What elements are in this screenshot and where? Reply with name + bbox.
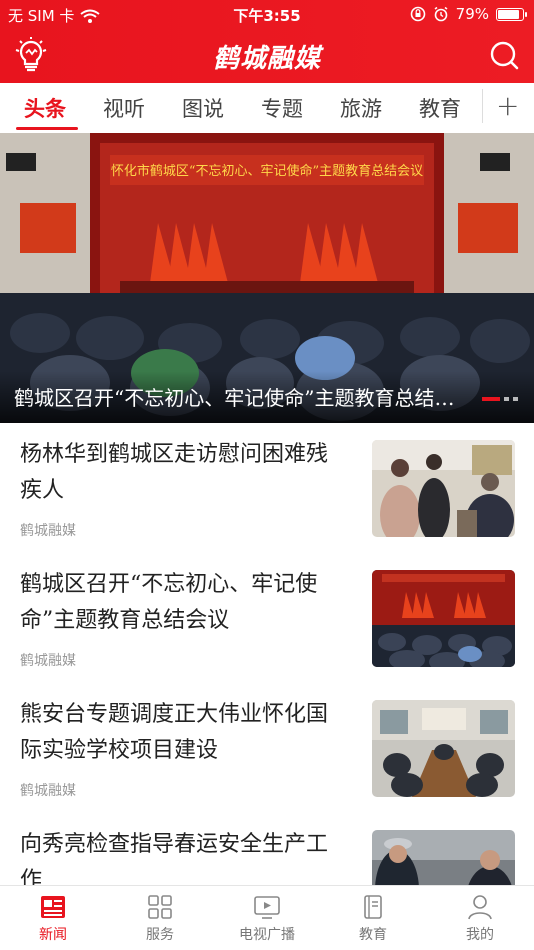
carousel-dots <box>482 397 518 401</box>
news-title: 杨林华到鹤城区走访慰问困难残疾人 <box>20 442 329 503</box>
carousel-dot[interactable] <box>504 397 509 401</box>
tab-video[interactable]: 视听 <box>103 93 145 123</box>
nav-services[interactable]: 服务 <box>120 894 200 944</box>
news-item[interactable]: 鹤城区召开“不忘初心、牢记使命”主题教育总结会议 鹤城融媒 <box>0 563 534 693</box>
tab-topics[interactable]: 专题 <box>261 93 303 123</box>
grid-icon <box>148 895 172 919</box>
add-tab-button[interactable]: + <box>496 89 519 122</box>
tab-education[interactable]: 教育 <box>419 93 461 123</box>
news-thumbnail <box>372 440 515 537</box>
active-tab-indicator <box>16 127 78 130</box>
nav-education-label: 教育 <box>359 927 387 943</box>
battery-percent: 79% <box>455 5 489 23</box>
nav-profile[interactable]: 我的 <box>440 894 520 944</box>
status-bar: 无 SIM 卡 下午3:55 79% <box>0 0 534 28</box>
news-source: 鹤城融媒 <box>20 523 76 539</box>
user-icon <box>468 895 492 920</box>
news-source: 鹤城融媒 <box>20 783 76 799</box>
nav-news-label: 新闻 <box>39 927 67 943</box>
nav-tv-radio-label: 电视广播 <box>239 927 295 943</box>
category-tabs: 头条 视听 图说 专题 旅游 教育 + <box>0 83 534 133</box>
bottom-nav: 新闻 服务 电视广播 教育 我的 <box>0 885 534 950</box>
news-thumbnail <box>372 570 515 667</box>
top-bar: 无 SIM 卡 下午3:55 79% 鹤城融媒 <box>0 0 534 83</box>
battery-icon <box>496 7 527 21</box>
tab-headlines[interactable]: 头条 <box>24 93 66 123</box>
carousel-dot[interactable] <box>513 397 518 401</box>
news-thumbnail <box>372 700 515 797</box>
news-item[interactable]: 熊安台专题调度正大伟业怀化国际实验学校项目建设 鹤城融媒 <box>0 693 534 823</box>
news-title: 熊安台专题调度正大伟业怀化国际实验学校项目建设 <box>20 702 329 763</box>
nav-profile-label: 我的 <box>466 927 494 943</box>
nav-news[interactable]: 新闻 <box>13 894 93 944</box>
news-item[interactable]: 杨林华到鹤城区走访慰问困难残疾人 鹤城融媒 <box>0 433 534 563</box>
alarm-icon <box>434 6 448 22</box>
book-icon <box>364 895 382 919</box>
news-icon <box>41 896 65 918</box>
tab-travel[interactable]: 旅游 <box>340 93 382 123</box>
nav-education[interactable]: 教育 <box>333 894 413 944</box>
app-title: 鹤城融媒 <box>212 44 321 74</box>
news-source: 鹤城融媒 <box>20 653 76 669</box>
news-title: 鹤城区召开“不忘初心、牢记使命”主题教育总结会议 <box>20 572 318 633</box>
tv-icon <box>254 896 280 919</box>
headline-carousel[interactable]: 怀化市鹤城区“不忘初心、牢记使命”主题教育总结会议 鹤城区召开“不忘初心、牢记使… <box>0 133 534 423</box>
stage-banner-text: 怀化市鹤城区“不忘初心、牢记使命”主题教育总结会议 <box>111 163 423 179</box>
banner-caption: 鹤城区召开“不忘初心、牢记使命”主题教育总结会议 <box>0 371 534 423</box>
tab-pictures[interactable]: 图说 <box>182 93 224 123</box>
carousel-dot[interactable] <box>482 397 500 401</box>
nav-bar: 鹤城融媒 <box>0 28 534 83</box>
tab-divider <box>482 89 483 123</box>
nav-tv-radio[interactable]: 电视广播 <box>227 894 307 944</box>
orientation-lock-icon <box>410 6 425 22</box>
banner-caption-text: 鹤城区召开“不忘初心、牢记使命”主题教育总结会议 <box>14 386 469 410</box>
nav-services-label: 服务 <box>146 927 174 943</box>
search-icon[interactable] <box>488 39 520 71</box>
